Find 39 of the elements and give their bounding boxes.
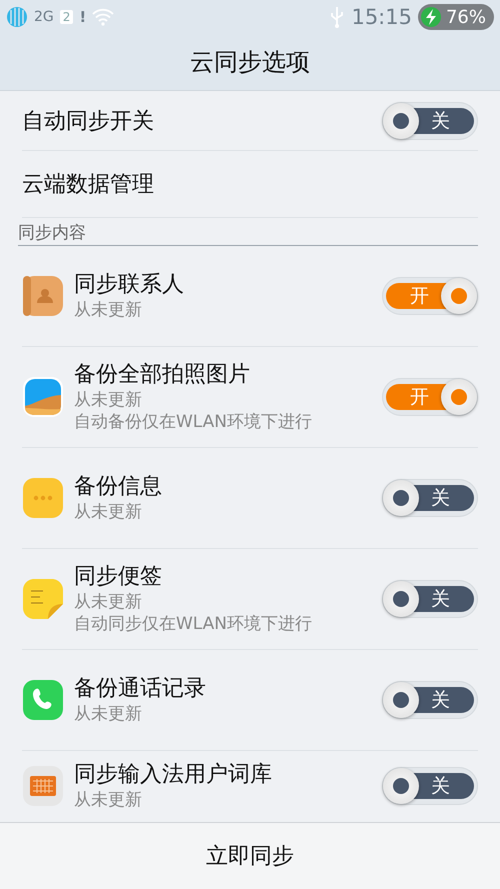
- update-status: 从未更新: [74, 591, 143, 613]
- item-title: 备份通话记录: [74, 675, 207, 703]
- charging-icon: [420, 6, 442, 28]
- update-status: 从未更新: [74, 501, 143, 523]
- message-icon: [22, 477, 64, 519]
- item-note: 自动备份仅在WLAN环境下进行: [74, 411, 314, 433]
- battery-indicator: 76%: [418, 4, 494, 30]
- toggle-switch[interactable]: 关: [382, 102, 478, 140]
- item-title: 备份全部拍照图片: [74, 361, 251, 389]
- toggle-switch[interactable]: 关: [382, 479, 478, 517]
- network-type: 2G: [34, 9, 54, 25]
- setting-label[interactable]: 云端数据管理: [22, 169, 154, 199]
- sticky-note-icon: [22, 578, 64, 620]
- keyboard-icon: [22, 765, 64, 807]
- phone-icon: [22, 679, 64, 721]
- contact-book-icon: [22, 275, 64, 317]
- setting-label: 自动同步开关: [22, 108, 154, 136]
- update-status: 从未更新: [74, 789, 143, 811]
- item-note: 自动同步仅在WLAN环境下进行: [74, 613, 314, 635]
- update-status: 从未更新: [74, 389, 143, 411]
- section-header: 同步内容: [18, 222, 86, 245]
- signal-icon: [6, 6, 28, 28]
- usb-icon: [329, 6, 346, 28]
- update-status: 从未更新: [74, 703, 143, 725]
- toggle-switch[interactable]: 关: [382, 767, 478, 805]
- wifi-icon: [92, 8, 114, 26]
- alert-mark-text: !: [79, 8, 86, 26]
- item-title: 备份信息: [74, 473, 163, 501]
- toggle-switch[interactable]: 关: [382, 681, 478, 719]
- gallery-icon: [22, 376, 64, 418]
- toggle-switch[interactable]: 关: [382, 580, 478, 618]
- item-title: 同步便签: [74, 563, 163, 591]
- item-title: 同步输入法用户词库: [74, 761, 273, 789]
- screen-title: 云同步选项: [190, 47, 310, 78]
- update-status: 从未更新: [74, 299, 143, 321]
- item-title: 同步联系人: [74, 271, 185, 299]
- clock: 15:15: [351, 5, 412, 29]
- sim-indicator: 2: [60, 10, 74, 24]
- sync-now-button[interactable]: 立即同步: [186, 833, 314, 879]
